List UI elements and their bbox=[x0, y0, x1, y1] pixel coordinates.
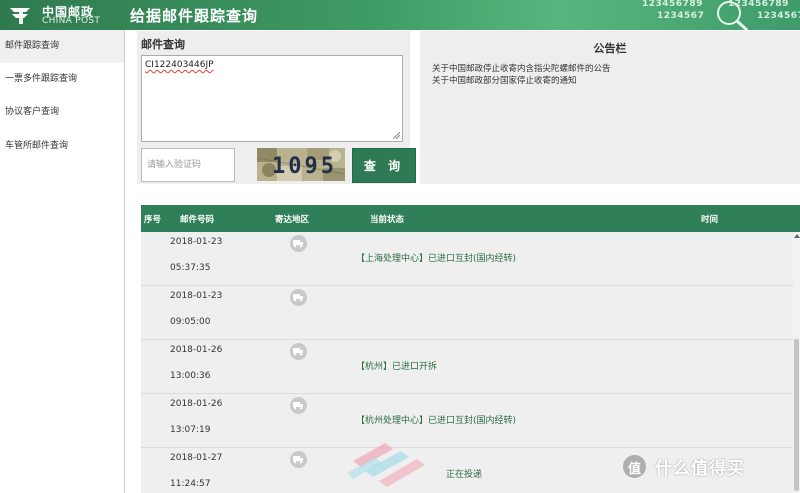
sidebar-item-contract-customer[interactable]: 协议客户查询 bbox=[0, 96, 124, 129]
left-nav: 邮件跟踪查询 一票多件跟踪查询 协议客户查询 车管所邮件查询 bbox=[0, 30, 125, 493]
magnifier-decoration-icon bbox=[717, 1, 749, 30]
tracking-results-table: 序号 邮件号码 寄达地区 当前状态 时间 2018-01-23 05:37:35… bbox=[141, 205, 800, 493]
row-date: 2018-01-23 bbox=[170, 237, 223, 247]
row-time: 05:37:35 bbox=[170, 263, 211, 273]
header-deco-number: 1234567 bbox=[657, 11, 705, 21]
query-panel-title: 邮件查询 bbox=[141, 38, 185, 51]
captcha-code: 1095 bbox=[272, 154, 337, 179]
site-watermark: 值 什么值得买 bbox=[621, 452, 796, 482]
header-deco-number: 123456789 bbox=[642, 0, 703, 9]
row-time: 13:07:19 bbox=[170, 425, 211, 435]
watermark-text: 什么值得买 bbox=[655, 459, 745, 479]
column-header-seq: 序号 bbox=[144, 215, 162, 225]
china-post-logo[interactable]: 中国邮政 CHINA POST bbox=[8, 2, 128, 28]
row-status: 【上海处理中心】已进口互封(国内经转) bbox=[356, 254, 517, 264]
scroll-up-arrow-icon[interactable] bbox=[794, 234, 800, 238]
tracking-number-value: CI122403446JP bbox=[145, 60, 214, 70]
sidebar-item-vehicle-office-mail[interactable]: 车管所邮件查询 bbox=[0, 130, 124, 163]
watermark-logo-icon: 值 bbox=[621, 453, 648, 480]
column-header-status: 当前状态 bbox=[370, 215, 405, 225]
captcha-image[interactable]: 1095 bbox=[257, 148, 345, 181]
table-header: 序号 邮件号码 寄达地区 当前状态 时间 bbox=[141, 205, 800, 232]
sidebar-item-multi-piece-tracking[interactable]: 一票多件跟踪查询 bbox=[0, 63, 124, 96]
notice-board-title: 公告栏 bbox=[593, 42, 627, 55]
china-post-emblem-icon bbox=[10, 8, 30, 24]
notice-board: 公告栏 关于中国邮政停止收寄内含指尖陀螺邮件的公告 关于中国邮政部分国家停止收寄… bbox=[420, 31, 800, 184]
column-header-time: 时间 bbox=[701, 215, 719, 225]
table-row: 2018-01-23 09:05:00 bbox=[141, 286, 793, 340]
column-header-mail-no: 邮件号码 bbox=[180, 215, 215, 225]
captcha-input[interactable]: 请输入验证码 bbox=[141, 148, 235, 182]
delivery-truck-icon bbox=[290, 397, 307, 414]
tracking-number-textarea[interactable]: CI122403446JP bbox=[141, 55, 403, 142]
notice-link[interactable]: 关于中国邮政部分国家停止收寄的通知 bbox=[432, 74, 577, 86]
delivery-truck-icon bbox=[290, 289, 307, 306]
row-status: 【杭州处理中心】已进口互封(国内经转) bbox=[356, 416, 517, 426]
page-title: 给据邮件跟踪查询 bbox=[130, 7, 259, 25]
row-date: 2018-01-26 bbox=[170, 399, 223, 409]
row-time: 09:05:00 bbox=[170, 317, 211, 327]
resize-grip-icon[interactable] bbox=[393, 132, 400, 139]
delivery-truck-icon bbox=[290, 235, 307, 252]
table-row: 2018-01-26 13:07:19 【杭州处理中心】已进口互封(国内经转) bbox=[141, 394, 793, 448]
delivery-truck-icon bbox=[290, 451, 307, 468]
table-row: 2018-01-26 13:00:36 【杭州】已进口开拆 bbox=[141, 340, 793, 394]
row-date: 2018-01-26 bbox=[170, 345, 223, 355]
row-time: 13:00:36 bbox=[170, 371, 211, 381]
row-date: 2018-01-27 bbox=[170, 453, 223, 463]
row-status: 正在投递 bbox=[446, 470, 483, 480]
row-date: 2018-01-23 bbox=[170, 291, 223, 301]
sidebar-item-mail-tracking[interactable]: 邮件跟踪查询 bbox=[0, 30, 124, 63]
delivery-truck-icon bbox=[290, 343, 307, 360]
watermark-logo-char: 值 bbox=[628, 462, 642, 477]
row-status: 【杭州】已进口开拆 bbox=[356, 362, 438, 372]
logo-english-text: CHINA POST bbox=[42, 16, 101, 26]
site-header: 中国邮政 CHINA POST 给据邮件跟踪查询 123456789 12345… bbox=[0, 0, 800, 30]
table-row: 2018-01-23 05:37:35 【上海处理中心】已进口互封(国内经转) bbox=[141, 232, 793, 286]
column-header-area: 寄达地区 bbox=[275, 215, 310, 225]
delivery-stamp-icon bbox=[347, 443, 425, 487]
notice-link[interactable]: 关于中国邮政停止收寄内含指尖陀螺邮件的公告 bbox=[432, 62, 611, 74]
row-time: 11:24:57 bbox=[170, 479, 211, 489]
query-submit-button[interactable]: 查 询 bbox=[352, 148, 416, 183]
